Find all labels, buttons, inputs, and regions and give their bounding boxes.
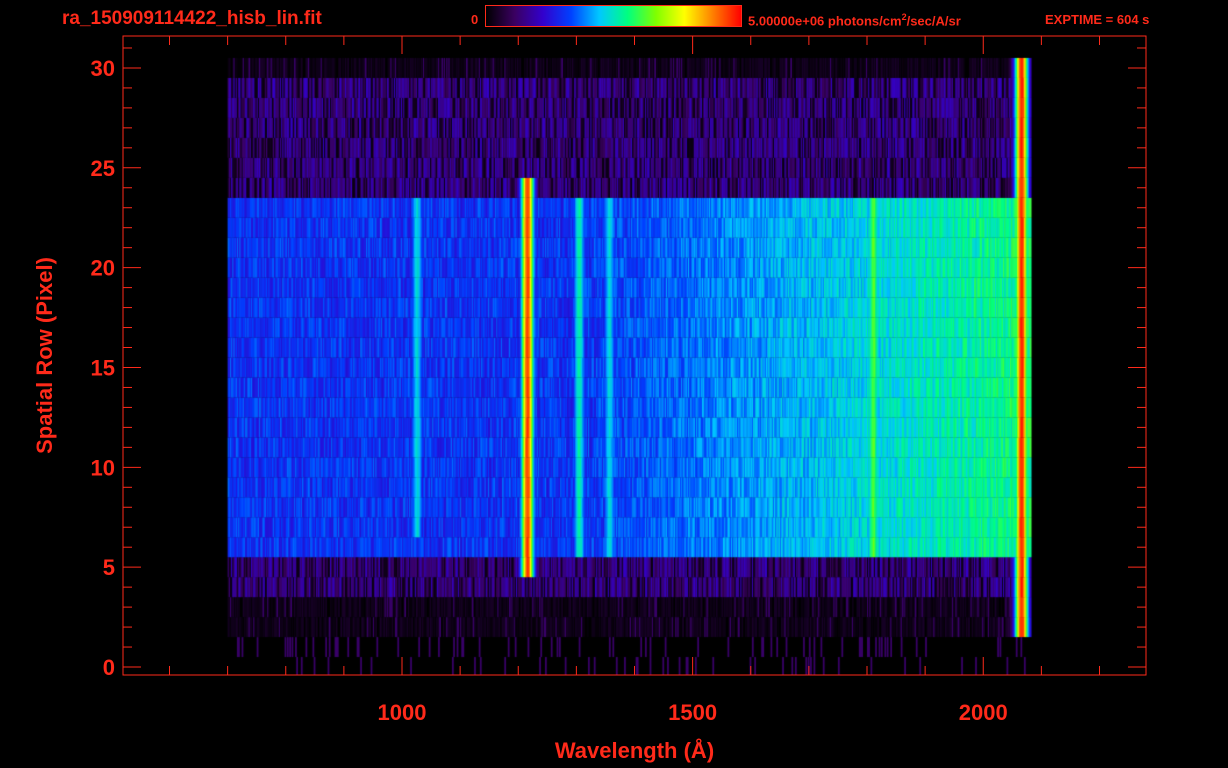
x-tick-label: 1500 [668, 700, 717, 725]
x-tick-label: 1000 [378, 700, 427, 725]
y-tick-label: 0 [103, 655, 115, 680]
spectrogram-plot: 1000 1500 2000051015202530 Wavelength (Å) … [32, 35, 1147, 763]
x-tick-label: 2000 [959, 700, 1008, 725]
y-tick-label: 15 [91, 355, 115, 380]
y-axis-label: Spatial Row (Pixel) [32, 257, 57, 454]
y-tick-label: 10 [91, 455, 115, 480]
heatmap-raster [123, 36, 1146, 675]
y-tick-label: 20 [91, 256, 115, 281]
heatmap-image [123, 36, 1146, 675]
y-tick-label: 25 [91, 156, 115, 181]
y-tick-label: 5 [103, 555, 115, 580]
x-axis-label: Wavelength (Å) [555, 737, 714, 763]
y-tick-label: 30 [91, 56, 115, 81]
